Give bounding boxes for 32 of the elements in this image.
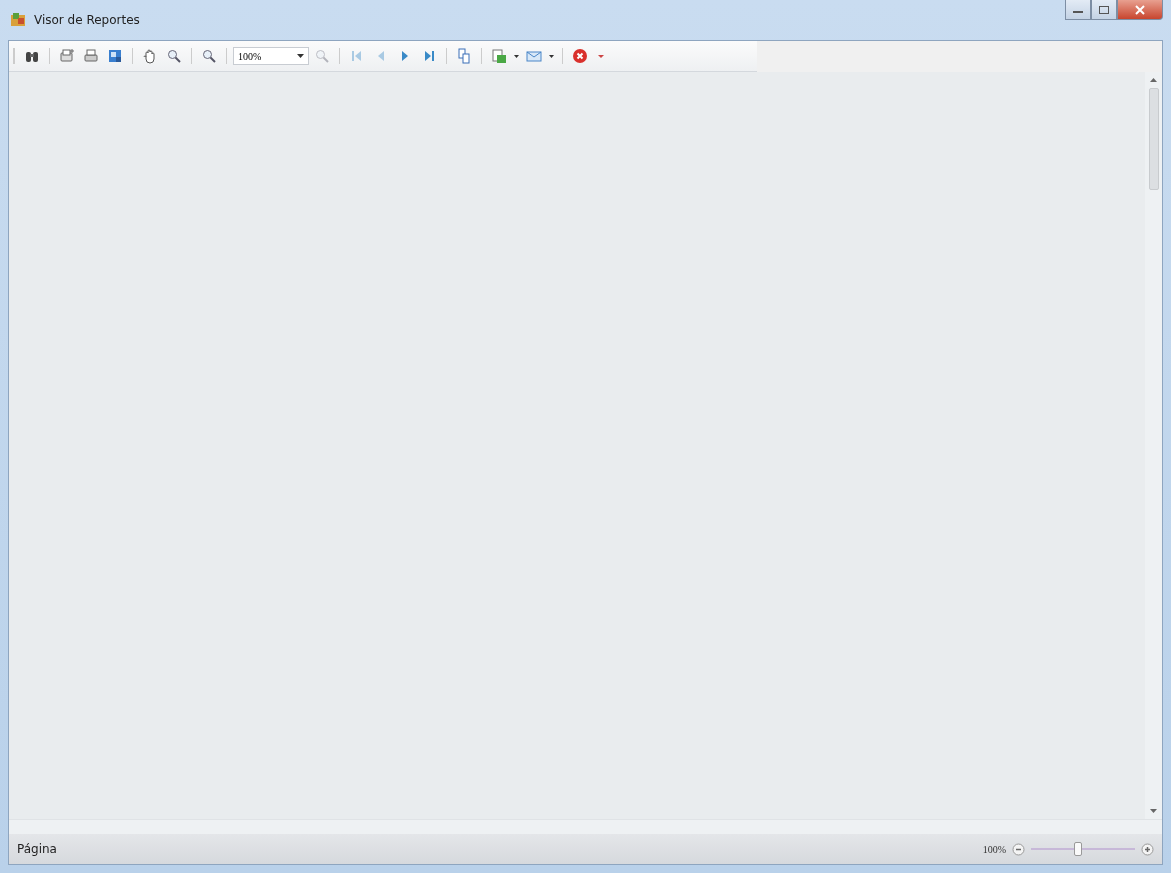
printer-icon bbox=[83, 48, 99, 64]
slider-thumb[interactable] bbox=[1073, 842, 1082, 856]
magnifier-icon bbox=[314, 48, 330, 64]
page-setup-icon bbox=[59, 48, 75, 64]
caret-icon bbox=[297, 54, 304, 58]
close-button[interactable] bbox=[1117, 0, 1163, 20]
zoom-in-icon[interactable] bbox=[1141, 842, 1154, 856]
dropdown-arrow-icon[interactable] bbox=[549, 54, 554, 58]
layout-icon bbox=[456, 48, 472, 64]
export-icon bbox=[491, 48, 507, 64]
maximize-button[interactable] bbox=[1091, 0, 1117, 20]
scrollbar-thumb[interactable] bbox=[1148, 88, 1159, 190]
hand-icon bbox=[142, 48, 158, 64]
stop-icon bbox=[572, 48, 588, 64]
window-title: Visor de Reportes bbox=[34, 13, 140, 27]
page-label: Página bbox=[17, 842, 57, 856]
zoom-slider[interactable] bbox=[1031, 841, 1135, 857]
minimize-button[interactable] bbox=[1065, 0, 1091, 20]
zoom-combo[interactable]: 100% bbox=[233, 47, 309, 65]
envelope-icon bbox=[526, 48, 542, 64]
maximize-icon bbox=[1098, 4, 1110, 15]
vertical-scrollbar[interactable] bbox=[1145, 72, 1162, 819]
scroll-down-icon[interactable] bbox=[1150, 809, 1157, 813]
dropdown-arrow-icon[interactable] bbox=[514, 54, 519, 58]
close-icon bbox=[1134, 4, 1146, 15]
app-icon bbox=[10, 12, 26, 28]
zoom-out-icon[interactable] bbox=[1012, 842, 1025, 856]
magnifier-icon bbox=[166, 48, 182, 64]
scroll-up-icon[interactable] bbox=[1150, 78, 1157, 82]
zoom-percent: 100% bbox=[982, 843, 1006, 855]
magnifier-icon bbox=[201, 48, 217, 64]
picture-icon bbox=[107, 48, 123, 64]
